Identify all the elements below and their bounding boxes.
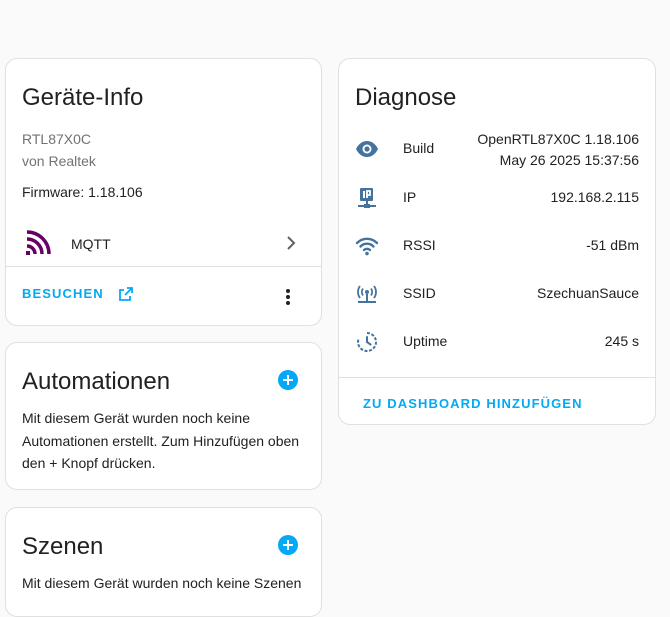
diagnose-title: Diagnose [355,84,457,111]
device-model: RTL87X0C [22,131,92,147]
build-value: OpenRTL87X0C 1.18.106 May 26 2025 15:37:… [477,129,639,171]
device-info-card: Geräte-Info RTL87X0C von Realtek Firmwar… [5,58,322,326]
visit-label: BESUCHEN [22,286,104,302]
diagnose-row-ip[interactable]: IP 192.168.2.115 [339,174,655,222]
uptime-label: Uptime [403,333,448,349]
diagnose-row-uptime[interactable]: Uptime 245 s [339,318,655,366]
chevron-right-icon [283,235,299,251]
scenes-card: Szenen Mit diesem Gerät wurden noch kein… [5,507,322,617]
automations-card: Automationen Mit diesem Gerät wurden noc… [5,342,322,490]
scenes-empty-text: Mit diesem Gerät wurden noch keine Szene… [22,575,302,591]
more-vert-icon[interactable] [285,288,291,306]
open-in-new-icon [118,286,134,302]
diagnose-card: Diagnose Build OpenRTL87X0C 1.18.106 May… [338,58,656,425]
rssi-value: -51 dBm [586,237,639,253]
diagnose-row-build[interactable]: Build OpenRTL87X0C 1.18.106 May 26 2025 … [339,125,655,173]
ip-value: 192.168.2.115 [550,189,640,205]
build-label: Build [403,140,435,156]
add-automation-icon[interactable] [278,370,298,390]
scenes-title: Szenen [22,533,104,560]
automations-empty-text: Mit diesem Gerät wurden noch keine Autom… [22,410,300,471]
rssi-label: RSSI [403,237,436,253]
add-to-dashboard-button[interactable]: ZU DASHBOARD HINZUFÜGEN [363,396,583,411]
device-manufacturer: von Realtek [22,153,96,169]
build-value-version: OpenRTL87X0C 1.18.106 [477,131,639,147]
ssid-label: SSID [403,285,436,301]
ip-network-icon [355,186,379,210]
eye-icon [355,137,379,161]
ssid-value: SzechuanSauce [537,285,639,301]
device-firmware: Firmware: 1.18.106 [22,184,143,200]
diagnose-row-ssid[interactable]: SSID SzechuanSauce [339,270,655,318]
integration-row-mqtt[interactable]: MQTT [6,219,321,267]
automations-title: Automationen [22,368,171,395]
build-value-date: May 26 2025 15:37:56 [499,152,639,168]
device-info-title: Geräte-Info [22,84,144,111]
uptime-value: 245 s [604,333,639,349]
device-info-divider [6,266,321,267]
add-scene-icon[interactable] [278,535,298,555]
visit-button[interactable]: BESUCHEN [22,285,134,309]
diagnose-divider [339,377,655,378]
timer-icon [355,330,379,354]
access-point-icon [355,282,379,306]
integration-label: MQTT [71,236,111,252]
mqtt-icon [26,229,52,255]
wifi-icon [355,234,379,258]
diagnose-row-rssi[interactable]: RSSI -51 dBm [339,222,655,270]
ip-label: IP [403,189,417,205]
